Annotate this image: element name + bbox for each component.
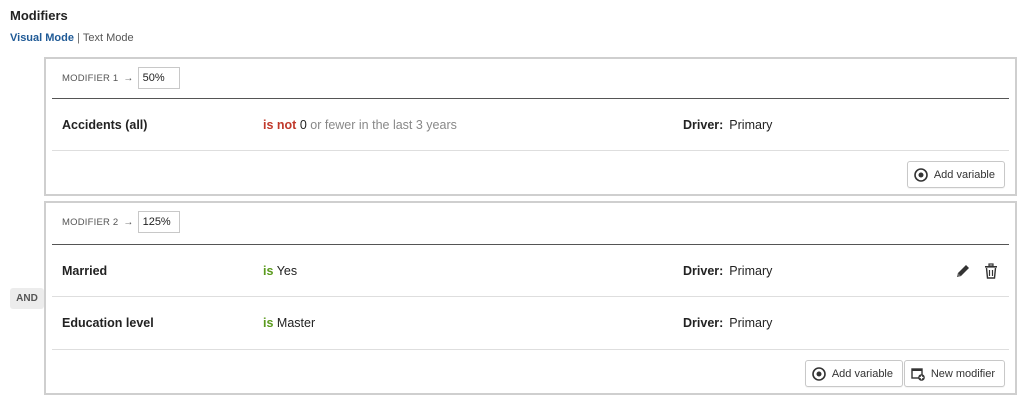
condition: is Master (263, 316, 315, 330)
new-modifier-label: New modifier (930, 367, 995, 380)
condition-operator: is (263, 315, 274, 330)
modifier-header: MODIFIER 2 → (62, 211, 180, 233)
pencil-icon[interactable] (955, 263, 971, 279)
visual-mode-link[interactable]: Visual Mode (10, 32, 74, 44)
and-operator-badge[interactable]: AND (10, 288, 44, 309)
driver: Driver: Primary (683, 118, 772, 132)
modifier-block-2: MODIFIER 2 → Married is Yes Driver: Prima… (44, 201, 1017, 395)
variable-name: Education level (62, 315, 154, 330)
driver-value: Primary (729, 117, 773, 132)
driver-label: Driver: (683, 117, 724, 132)
trash-icon[interactable] (983, 262, 999, 279)
driver-value: Primary (729, 315, 773, 330)
condition-row: Accidents (all) is not 0 or fewer in the… (52, 98, 1009, 150)
row-actions (955, 262, 999, 279)
modifier-footer: Add variable (52, 150, 1009, 194)
new-window-icon (911, 367, 925, 381)
modifier-header: MODIFIER 1 → (62, 67, 180, 89)
add-variable-button[interactable]: Add variable (804, 360, 903, 387)
driver: Driver: Primary (683, 264, 772, 278)
variable-name: Accidents (all) (62, 117, 148, 132)
arrow-icon: → (123, 216, 134, 228)
variable-name: Married (62, 263, 108, 278)
condition-value: Yes (276, 263, 298, 278)
driver-value: Primary (729, 263, 773, 278)
add-variable-label: Add variable (933, 168, 995, 181)
page-title: Modifiers (10, 8, 68, 23)
arrow-icon: → (123, 72, 134, 84)
add-variable-label: Add variable (831, 367, 893, 380)
condition-operator: is not (263, 117, 297, 132)
modifier-label: MODIFIER 2 (62, 216, 119, 228)
condition-row[interactable]: Married is Yes Driver: Primary (52, 244, 1009, 296)
modifier-block-1: MODIFIER 1 → Accidents (all) is not 0 or… (44, 57, 1017, 196)
target-icon (812, 366, 826, 381)
condition: is Yes (263, 264, 297, 278)
target-icon (914, 167, 928, 182)
modifier-label: MODIFIER 1 (62, 72, 119, 84)
condition-operator: is (263, 263, 274, 278)
mode-switch: Visual Mode | Text Mode (10, 32, 134, 44)
condition-suffix: or fewer in the last 3 years (310, 117, 457, 132)
driver-label: Driver: (683, 315, 724, 330)
add-variable-button[interactable]: Add variable (906, 161, 1005, 188)
condition-value: Master (276, 315, 316, 330)
driver-label: Driver: (683, 263, 724, 278)
condition-row[interactable]: Education level is Master Driver: Primary (52, 296, 1009, 348)
text-mode-link[interactable]: Text Mode (83, 32, 134, 44)
modifier-percent-input[interactable] (137, 67, 180, 89)
driver: Driver: Primary (683, 316, 772, 330)
condition: is not 0 or fewer in the last 3 years (263, 118, 457, 132)
new-modifier-button[interactable]: New modifier (903, 360, 1005, 387)
modifier-percent-input[interactable] (137, 211, 180, 233)
condition-value: 0 (299, 117, 307, 132)
mode-separator: | (76, 32, 80, 44)
modifier-footer: Add variable New modifier (52, 349, 1009, 393)
